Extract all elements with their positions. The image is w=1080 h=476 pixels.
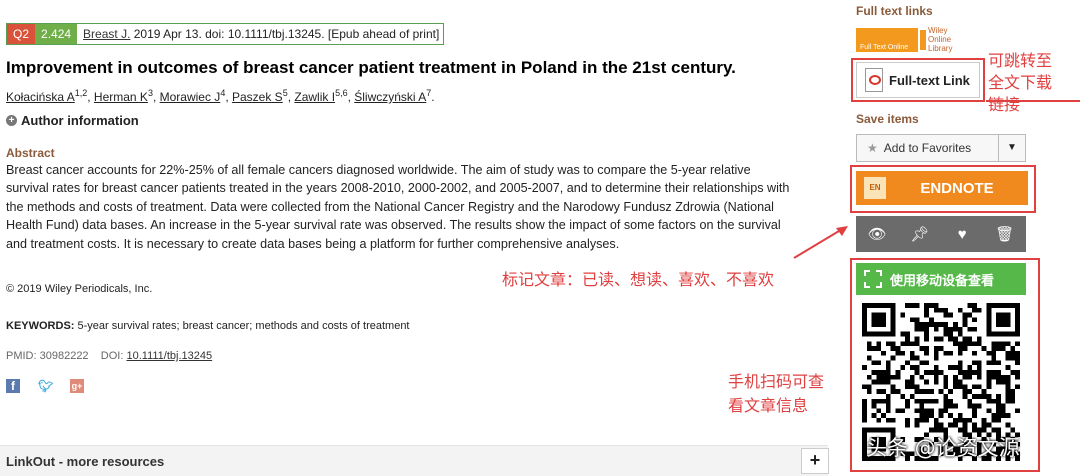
citation-bar: Q2 2.424 Breast J. 2019 Apr 13. doi: 10.… xyxy=(6,23,445,45)
endnote-label: ENDNOTE xyxy=(920,179,994,197)
watermark: 头条 @论资文源 xyxy=(866,436,1020,460)
heart-icon[interactable]: ♥ xyxy=(951,226,973,243)
author-affiliation: 4 xyxy=(220,88,226,98)
impact-factor-badge: 2.424 xyxy=(35,24,78,44)
author-affiliation: 5 xyxy=(282,88,288,98)
author-affiliation: 3 xyxy=(147,88,153,98)
wiley-library-logo[interactable]: Wiley Online Library xyxy=(928,26,952,53)
eye-icon[interactable]: 👁︎ xyxy=(866,225,888,243)
author-information-label: Author information xyxy=(21,113,139,128)
annotation-line: 手机扫码可查 xyxy=(728,372,825,391)
identifiers: PMID: 30982222 DOI: 10.1111/tbj.13245 xyxy=(6,350,212,362)
facebook-icon[interactable]: f xyxy=(6,379,20,393)
doi-label: DOI: xyxy=(100,350,124,362)
wiley-line: Wiley xyxy=(928,26,948,35)
annotation-underline xyxy=(986,100,1080,102)
annotation-line: 可跳转至 xyxy=(988,51,1053,70)
author-affiliation: 1,2 xyxy=(74,88,88,98)
add-to-favorites-button[interactable]: ★ Add to Favorites xyxy=(857,135,998,161)
trash-icon[interactable]: 🗑︎ xyxy=(994,225,1016,243)
linkout-expand-button[interactable]: + xyxy=(801,448,829,474)
pmid: PMID: 30982222 xyxy=(6,350,89,362)
keywords-label: KEYWORDS: xyxy=(6,320,75,332)
doi-link[interactable]: 10.1111/tbj.13245 xyxy=(126,350,212,362)
author-link[interactable]: Zawlik I xyxy=(294,90,335,104)
abstract-heading: Abstract xyxy=(6,146,55,160)
full-text-heading: Full text links xyxy=(856,4,933,18)
author-link[interactable]: Paszek S xyxy=(232,90,283,104)
article-title: Improvement in outcomes of breast cancer… xyxy=(6,58,736,77)
plus-circle-icon: + xyxy=(6,115,17,126)
scan-annotation: 手机扫码可查 看文章信息 xyxy=(728,370,824,418)
quartile-badge: Q2 xyxy=(7,24,36,44)
author-link[interactable]: Śliwczyński A xyxy=(354,90,426,104)
favorites-dropdown-button[interactable]: ▼ xyxy=(998,135,1025,161)
endnote-icon: EN xyxy=(864,177,886,199)
save-items-heading: Save items xyxy=(856,112,919,126)
citation-text: Breast J. 2019 Apr 13. doi: 10.1111/tbj.… xyxy=(77,27,439,41)
star-icon: ★ xyxy=(867,141,878,155)
wiley-line: Library xyxy=(928,44,953,53)
plus-icon: + xyxy=(809,450,821,470)
chevron-down-icon: ▼ xyxy=(1007,142,1017,153)
scan-icon xyxy=(864,270,882,288)
fulltext-annotation: 可跳转至 全文下载 链接 xyxy=(988,50,1052,116)
annotation-line: 看文章信息 xyxy=(728,396,809,415)
endnote-button[interactable]: EN ENDNOTE xyxy=(856,171,1028,205)
mark-annotation: 标记文章：已读、想读、喜欢、不喜欢 xyxy=(502,270,775,289)
linkout-label[interactable]: LinkOut - more resources xyxy=(6,454,164,469)
add-to-favorites-label: Add to Favorites xyxy=(883,141,972,155)
view-on-mobile-button[interactable]: 使用移动设备查看 xyxy=(856,263,1026,295)
journal-link[interactable]: Breast J. xyxy=(83,27,130,41)
keywords-text: 5-year survival rates; breast cancer; me… xyxy=(74,320,410,332)
article-mark-toolbar: 👁︎ 📌︎ ♥ 🗑︎ xyxy=(856,216,1026,252)
full-text-link-button[interactable]: Full-text Link xyxy=(856,62,980,98)
author-list: Kołacińska A1,2, Herman K3, Morawiec J4,… xyxy=(6,88,435,104)
citation-details: 2019 Apr 13. doi: 10.1111/tbj.13245. [Ep… xyxy=(130,27,440,41)
annotation-arrow xyxy=(793,226,848,259)
author-link[interactable]: Herman K xyxy=(94,90,148,104)
wiley-logo-mark xyxy=(920,30,926,50)
author-link[interactable]: Morawiec J xyxy=(160,90,221,104)
pdf-icon xyxy=(865,68,883,92)
google-plus-icon[interactable]: g+ xyxy=(70,379,84,393)
add-to-favorites-control: ★ Add to Favorites ▼ xyxy=(856,134,1026,162)
keywords: KEYWORDS: 5-year survival rates; breast … xyxy=(6,320,410,332)
full-text-online-logo[interactable]: Full Text Online xyxy=(856,28,918,52)
annotation-line: 全文下载 xyxy=(988,73,1053,92)
full-text-link-label: Full-text Link xyxy=(889,72,970,88)
annotation-line: 链接 xyxy=(988,95,1021,114)
view-on-mobile-label: 使用移动设备查看 xyxy=(890,272,995,288)
abstract-text: Breast cancer accounts for 22%-25% of al… xyxy=(6,163,790,251)
wiley-line: Online xyxy=(928,35,952,44)
author-affiliation: 5,6 xyxy=(335,88,348,98)
full-text-online-label: Full Text Online xyxy=(860,44,909,51)
author-affiliation: 7 xyxy=(426,88,432,98)
copyright: © 2019 Wiley Periodicals, Inc. xyxy=(6,283,153,295)
share-buttons: f 🐦︎ g+ xyxy=(6,379,84,393)
twitter-icon[interactable]: 🐦︎ xyxy=(38,379,53,393)
pin-icon[interactable]: 📌︎ xyxy=(909,225,931,243)
author-information-toggle[interactable]: + Author information xyxy=(6,113,139,128)
author-link[interactable]: Kołacińska A xyxy=(6,90,75,104)
